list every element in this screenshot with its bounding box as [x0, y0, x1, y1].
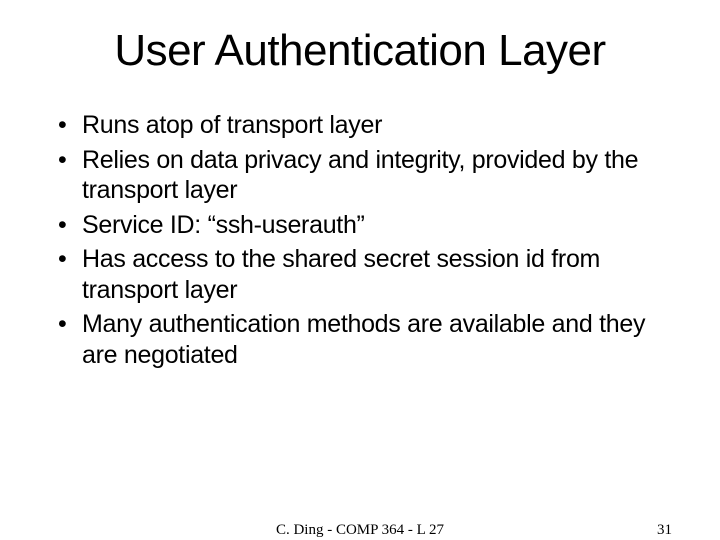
- bullet-item: Runs atop of transport layer: [58, 110, 670, 141]
- bullet-item: Service ID: “ssh-userauth”: [58, 210, 670, 241]
- bullet-item: Relies on data privacy and integrity, pr…: [58, 145, 670, 206]
- bullet-item: Many authentication methods are availabl…: [58, 309, 670, 370]
- footer-author: C. Ding - COMP 364 - L 27: [276, 522, 444, 539]
- bullet-item: Has access to the shared secret session …: [58, 244, 670, 305]
- slide-container: User Authentication Layer Runs atop of t…: [0, 0, 720, 370]
- slide-title: User Authentication Layer: [50, 26, 670, 76]
- slide-number: 31: [657, 522, 672, 539]
- bullet-list: Runs atop of transport layer Relies on d…: [50, 110, 670, 370]
